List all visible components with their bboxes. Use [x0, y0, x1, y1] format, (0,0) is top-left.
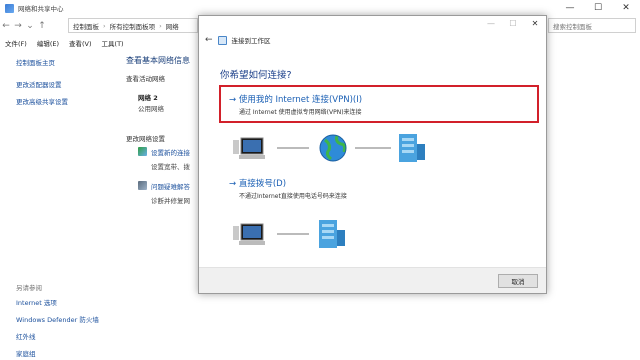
troubleshoot-icon	[138, 181, 147, 190]
option-vpn[interactable]: → 使用我的 Internet 连接(VPN)(I) 通过 Internet 使…	[219, 85, 539, 123]
server-icon	[319, 220, 345, 248]
breadcrumb-item[interactable]: 网络	[166, 21, 179, 31]
task-troubleshoot[interactable]: 问题疑难解答 诊断并修复网	[138, 181, 190, 205]
bg-titlebar: 网络和共享中心 — ☐ ✕	[0, 0, 640, 16]
dialog-header: ← 连接到工作区	[205, 35, 271, 45]
see-also-heading: 另请参阅	[16, 284, 42, 292]
sidebar-item-adapter[interactable]: 更改适配器设置	[16, 79, 116, 89]
dialog-footer: 取消	[199, 267, 546, 293]
menu-file[interactable]: 文件(F)	[5, 38, 27, 48]
dialog-minimize-icon: —	[487, 18, 495, 28]
workplace-icon	[217, 35, 227, 45]
sidebar: 控制面板主页 更改适配器设置 更改高级共享设置	[16, 57, 116, 113]
option-vpn-title[interactable]: 使用我的 Internet 连接(VPN)(I)	[239, 95, 362, 105]
option-dialup[interactable]: → 直接拨号(D) 不通过Internet直接使用电话号码来连接	[219, 177, 539, 200]
new-connection-icon	[138, 147, 147, 156]
dialup-illustration	[233, 220, 345, 248]
see-also-section: 另请参阅 Internet 选项 Windows Defender 防火墙 红外…	[16, 282, 126, 360]
back-arrow-icon[interactable]: ←	[205, 35, 213, 45]
network-type: 公用网络	[138, 105, 164, 113]
option-vpn-desc: 通过 Internet 使用虚拟专用网络(VPN)来连接	[239, 109, 362, 116]
see-also-infrared[interactable]: 红外线	[16, 331, 126, 341]
breadcrumb-item[interactable]: 控制面板	[73, 21, 99, 31]
globe-icon	[319, 134, 347, 162]
search-input[interactable]: 搜索控制面板	[548, 18, 636, 33]
menu-bar: 文件(F) 编辑(E) 查看(V) 工具(T)	[0, 37, 124, 49]
menu-edit[interactable]: 编辑(E)	[37, 38, 59, 48]
network-center-icon	[5, 3, 14, 13]
recent-dropdown-icon[interactable]: ⌄	[24, 21, 36, 31]
dialog-title: 连接到工作区	[231, 37, 271, 45]
arrow-right-icon: →	[229, 95, 239, 105]
task-link[interactable]: 设置新的连接	[151, 147, 190, 157]
task-new-connection[interactable]: 设置新的连接 设置宽带、拨	[138, 147, 190, 171]
address-bar[interactable]: 控制面板 › 所有控制面板项 › 网络	[68, 18, 198, 33]
up-arrow-icon[interactable]: ↑	[36, 21, 48, 31]
close-icon[interactable]: ✕	[612, 0, 640, 16]
forward-arrow-icon[interactable]: →	[12, 21, 24, 31]
network-name: 网络 2	[138, 94, 158, 102]
menu-tools[interactable]: 工具(T)	[102, 38, 124, 48]
minimize-icon[interactable]: —	[556, 0, 584, 16]
see-also-internet-options[interactable]: Internet 选项	[16, 297, 126, 307]
server-icon	[399, 134, 425, 162]
cancel-button[interactable]: 取消	[498, 274, 538, 288]
dialog-close-icon[interactable]: ✕	[524, 16, 546, 30]
task-link[interactable]: 问题疑难解答	[151, 181, 190, 191]
connect-to-workplace-dialog: — ☐ ✕ ← 连接到工作区 你希望如何连接? → 使用我的 Internet …	[198, 15, 547, 294]
dialog-question: 你希望如何连接?	[220, 70, 292, 81]
active-networks-label: 查看活动网络	[126, 75, 165, 83]
option-dialup-title[interactable]: 直接拨号(D)	[239, 179, 286, 189]
breadcrumb-item[interactable]: 所有控制面板项	[110, 21, 156, 31]
breadcrumb-chevron-icon: ›	[159, 21, 162, 30]
computer-icon	[233, 223, 265, 245]
sidebar-item-sharing[interactable]: 更改高级共享设置	[16, 96, 116, 106]
maximize-icon[interactable]: ☐	[584, 0, 612, 16]
bg-main-content: 查看基本网络信息 查看活动网络	[126, 55, 206, 83]
option-dialup-desc: 不通过Internet直接使用电话号码来连接	[239, 193, 347, 200]
task-desc: 设置宽带、拨	[151, 163, 190, 171]
bg-window-title: 网络和共享中心	[18, 5, 64, 13]
computer-icon	[233, 137, 265, 159]
page-title: 查看基本网络信息	[126, 56, 190, 65]
menu-view[interactable]: 查看(V)	[69, 38, 92, 48]
change-settings-label: 更改网络设置	[126, 135, 165, 143]
back-arrow-icon[interactable]: ←	[0, 21, 12, 31]
arrow-right-icon: →	[229, 179, 239, 189]
dialog-maximize-icon: ☐	[509, 18, 517, 28]
vpn-illustration	[233, 134, 425, 162]
see-also-homegroup[interactable]: 家庭组	[16, 348, 126, 358]
task-desc: 诊断并修复网	[151, 197, 190, 205]
breadcrumb-chevron-icon: ›	[103, 21, 106, 30]
see-also-firewall[interactable]: Windows Defender 防火墙	[16, 314, 126, 324]
sidebar-item-home[interactable]: 控制面板主页	[16, 57, 116, 67]
